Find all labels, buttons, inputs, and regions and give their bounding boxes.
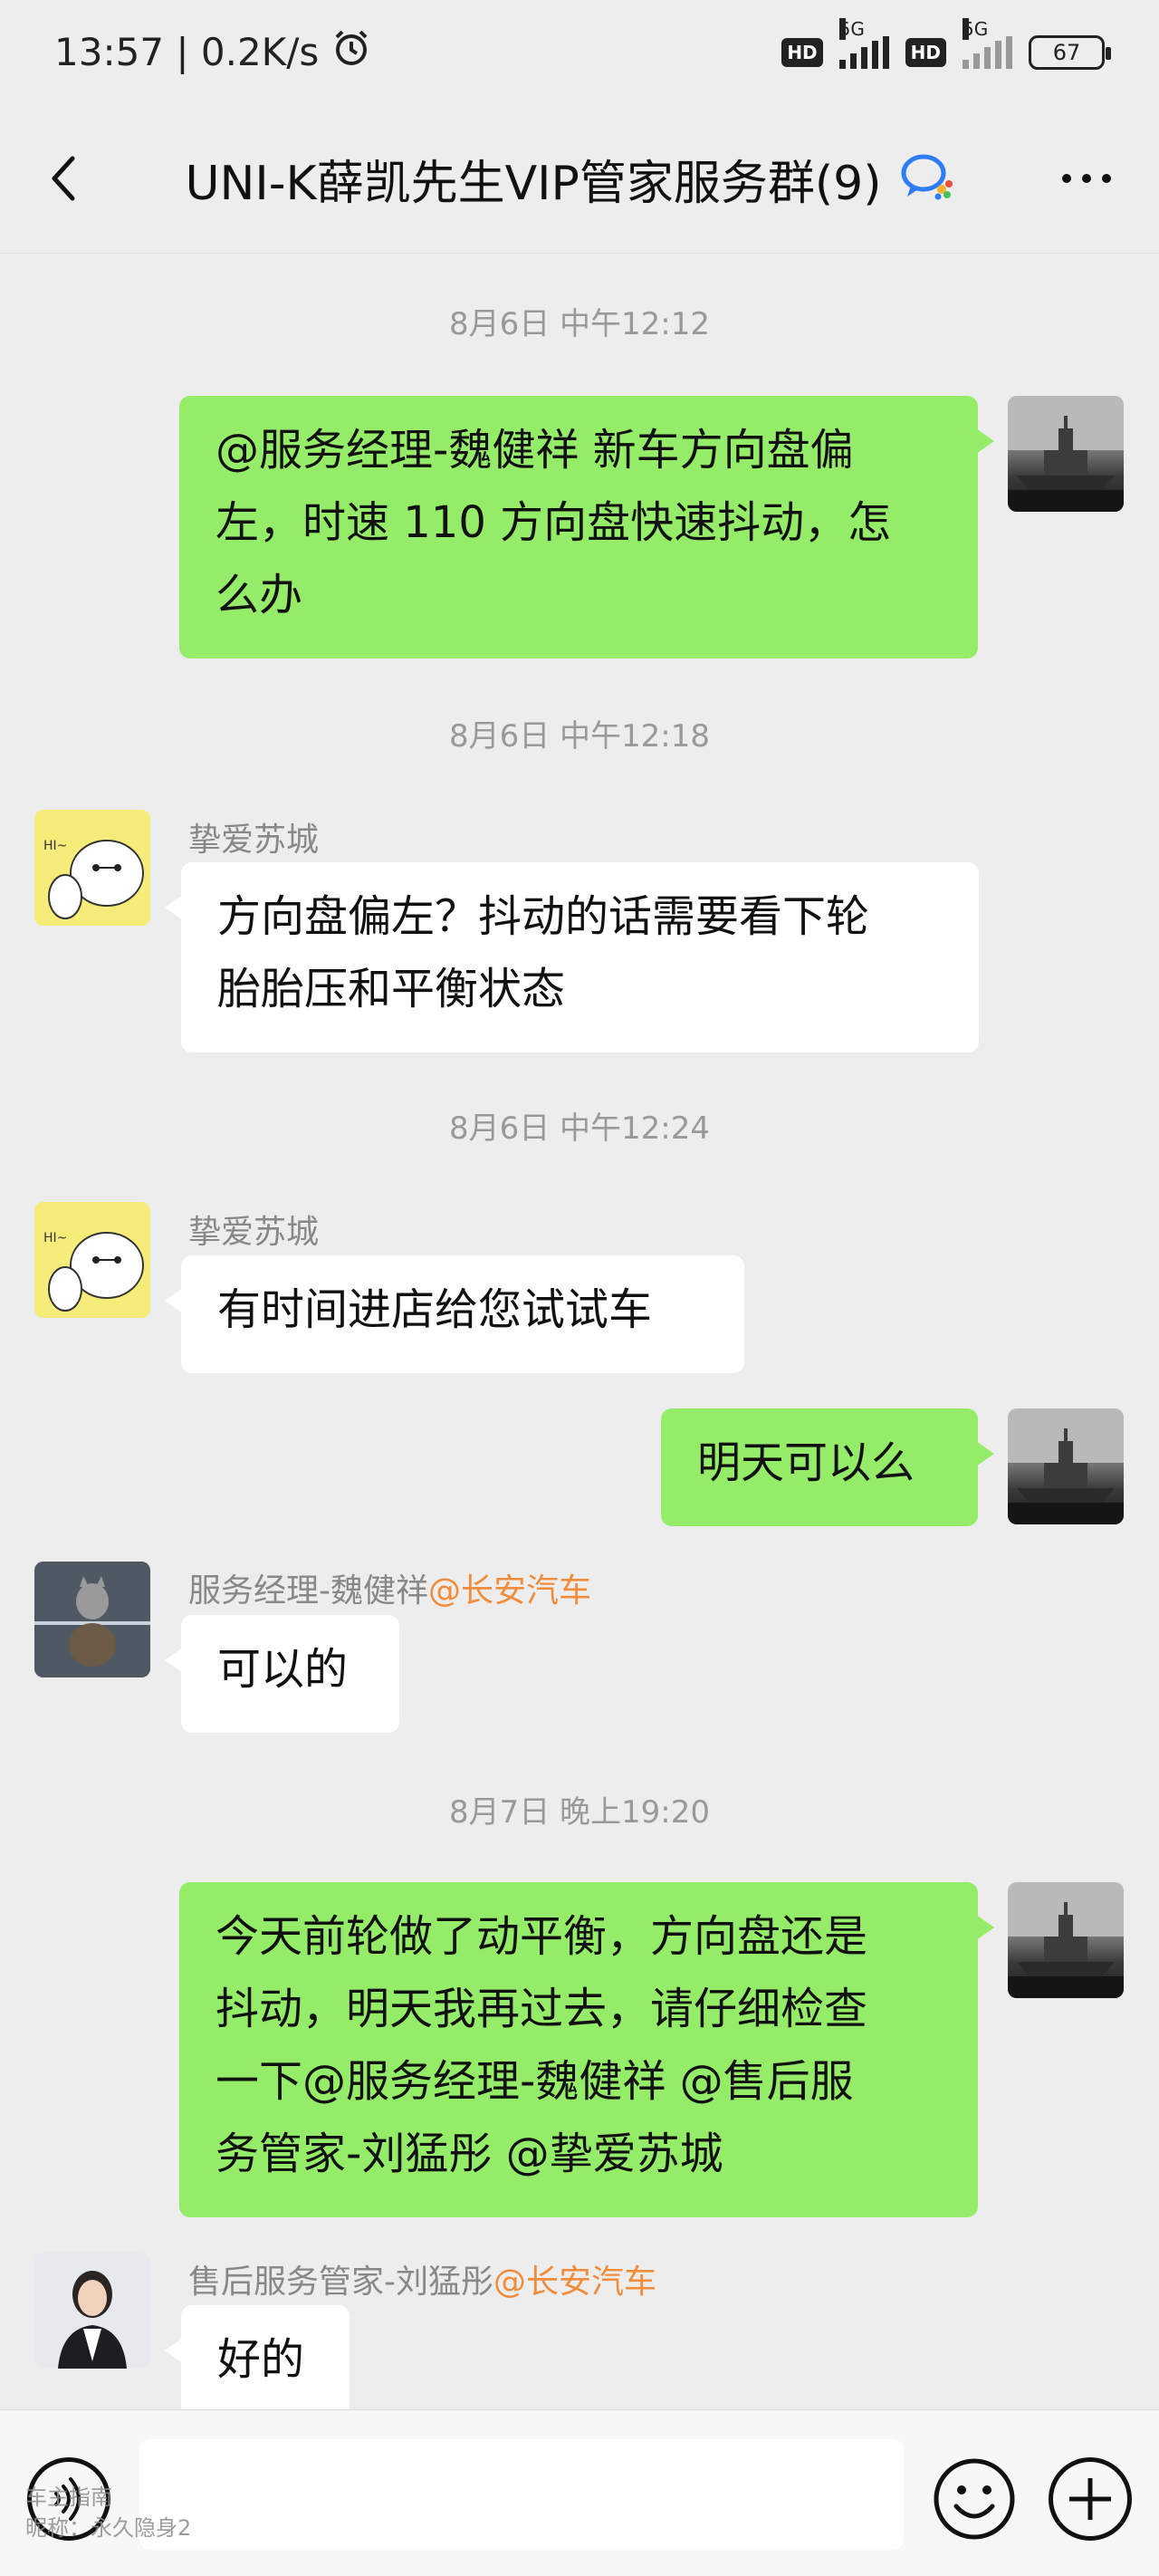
outgoing-message[interactable]: @服务经理-魏健祥 新车方向盘偏 左，时速 110 方向盘快速抖动，怎 么办 [179,396,994,658]
sender-name-text: 挚爱苏城 [188,1214,320,1251]
sender-name-text: 售后服务管家-刘猛彤 [188,2264,493,2301]
outgoing-message[interactable]: 明天可以么 [661,1408,994,1526]
watermark-line: 昵称：永久隐身2 [25,2515,192,2541]
my-avatar[interactable] [1008,1408,1124,1524]
sender-name: 服务经理-魏健祥@长安汽车 [188,1564,591,1611]
message-line: 务管家-刘猛彤 @挚爱苏城 [216,2129,723,2179]
message-line: 一下@服务经理-魏健祥 @售后服 [216,2056,854,2107]
watermark-line: 车主指南 [25,2485,112,2510]
battleship-image [1008,396,1124,512]
message-line: 方向盘偏左？抖动的话需要看下轮 [217,891,870,942]
sender-avatar[interactable] [34,1562,150,1677]
incoming-message[interactable]: 有时间进店给您试试车 [165,1255,744,1373]
timestamp: 8月6日 中午12:24 [448,1110,711,1147]
emoji-icon[interactable] [933,2457,1016,2541]
message-line: 有时间进店给您试试车 [217,1284,653,1335]
incoming-message[interactable]: 方向盘偏左？抖动的话需要看下轮 胎胎压和平衡状态 [165,862,979,1053]
sender-org-tag: @长安汽车 [428,1572,592,1610]
message-line: @服务经理-魏健祥 新车方向盘偏 [216,425,854,476]
chat-area: 8月6日 中午12:12 @服务经理-魏健祥 新车方向盘偏 左，时速 110 方… [0,0,1159,2423]
svg-text:HI~: HI~ [43,839,67,853]
timestamp: 8月6日 中午12:12 [448,306,711,342]
sender-name: 挚爱苏城 [188,1206,319,1253]
woman-portrait-image [34,2253,150,2369]
message-line: 左，时速 110 方向盘快速抖动，怎 [216,497,892,548]
sender-avatar[interactable]: HI~ [34,1202,150,1318]
plus-icon[interactable] [1049,2457,1132,2541]
incoming-message[interactable]: 可以的 [165,1615,399,1733]
baymax-image: HI~ [34,810,150,926]
battleship-image [1008,1408,1124,1524]
message-line: 今天前轮做了动平衡，方向盘还是 [216,1911,868,1962]
sender-name: 售后服务管家-刘猛彤@长安汽车 [188,2255,656,2302]
message-line: 胎胎压和平衡状态 [217,964,566,1014]
message-input[interactable] [139,2439,904,2550]
message-line: 明天可以么 [697,1437,915,1488]
svg-text:HI~: HI~ [43,1231,67,1245]
my-avatar[interactable] [1008,1882,1124,1998]
message-line: 好的 [217,2334,305,2385]
timestamp: 8月7日 晚上19:20 [448,1794,711,1831]
watermark: 车主指南 昵称：永久隐身2 [25,2482,191,2543]
battleship-image [1008,1882,1124,1998]
cat-tiger-image [34,1562,150,1677]
sender-org-tag: @长安汽车 [493,2264,657,2301]
sender-name-text: 挚爱苏城 [188,822,320,859]
sender-name: 挚爱苏城 [188,813,319,860]
baymax-image: HI~ [34,1202,150,1318]
sender-name-text: 服务经理-魏健祥 [188,1572,428,1610]
outgoing-message[interactable]: 今天前轮做了动平衡，方向盘还是 抖动，明天我再过去，请仔细检查 一下@服务经理-… [179,1882,994,2217]
message-line: 可以的 [217,1644,349,1695]
message-line: 抖动，明天我再过去，请仔细检查 [216,1984,868,2034]
incoming-message[interactable]: 好的 [165,2305,350,2423]
message-line: 么办 [216,570,303,620]
sender-avatar[interactable] [34,2253,150,2369]
timestamp: 8月6日 中午12:18 [448,718,711,755]
sender-avatar[interactable]: HI~ [34,810,150,926]
my-avatar[interactable] [1008,396,1124,512]
